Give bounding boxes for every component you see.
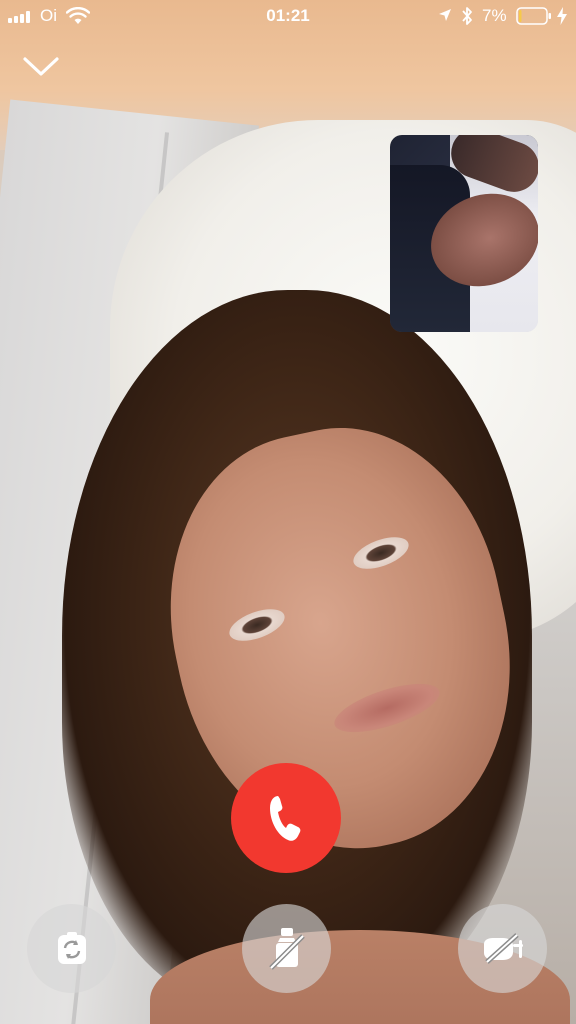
switch-camera-button[interactable] <box>27 904 116 993</box>
mute-button[interactable] <box>458 904 547 993</box>
minimize-call-button[interactable] <box>20 50 62 84</box>
battery-percentage: 7% <box>482 6 507 25</box>
status-bar: Oi 01:21 7% <box>0 0 576 32</box>
camera-off-button[interactable] <box>242 904 331 993</box>
phone-hangup-icon <box>270 796 301 841</box>
location-icon <box>439 9 451 21</box>
video-call-screen: Oi 01:21 7% <box>0 0 576 1024</box>
microphone-off-icon <box>483 932 523 964</box>
charging-icon <box>557 7 567 25</box>
bluetooth-icon <box>462 7 472 25</box>
end-call-button[interactable] <box>231 763 341 873</box>
chevron-down-icon <box>23 57 59 76</box>
self-video-preview[interactable] <box>390 135 538 332</box>
camera-off-icon <box>268 927 305 970</box>
battery-icon <box>516 7 551 25</box>
camera-switch-icon <box>57 931 86 964</box>
